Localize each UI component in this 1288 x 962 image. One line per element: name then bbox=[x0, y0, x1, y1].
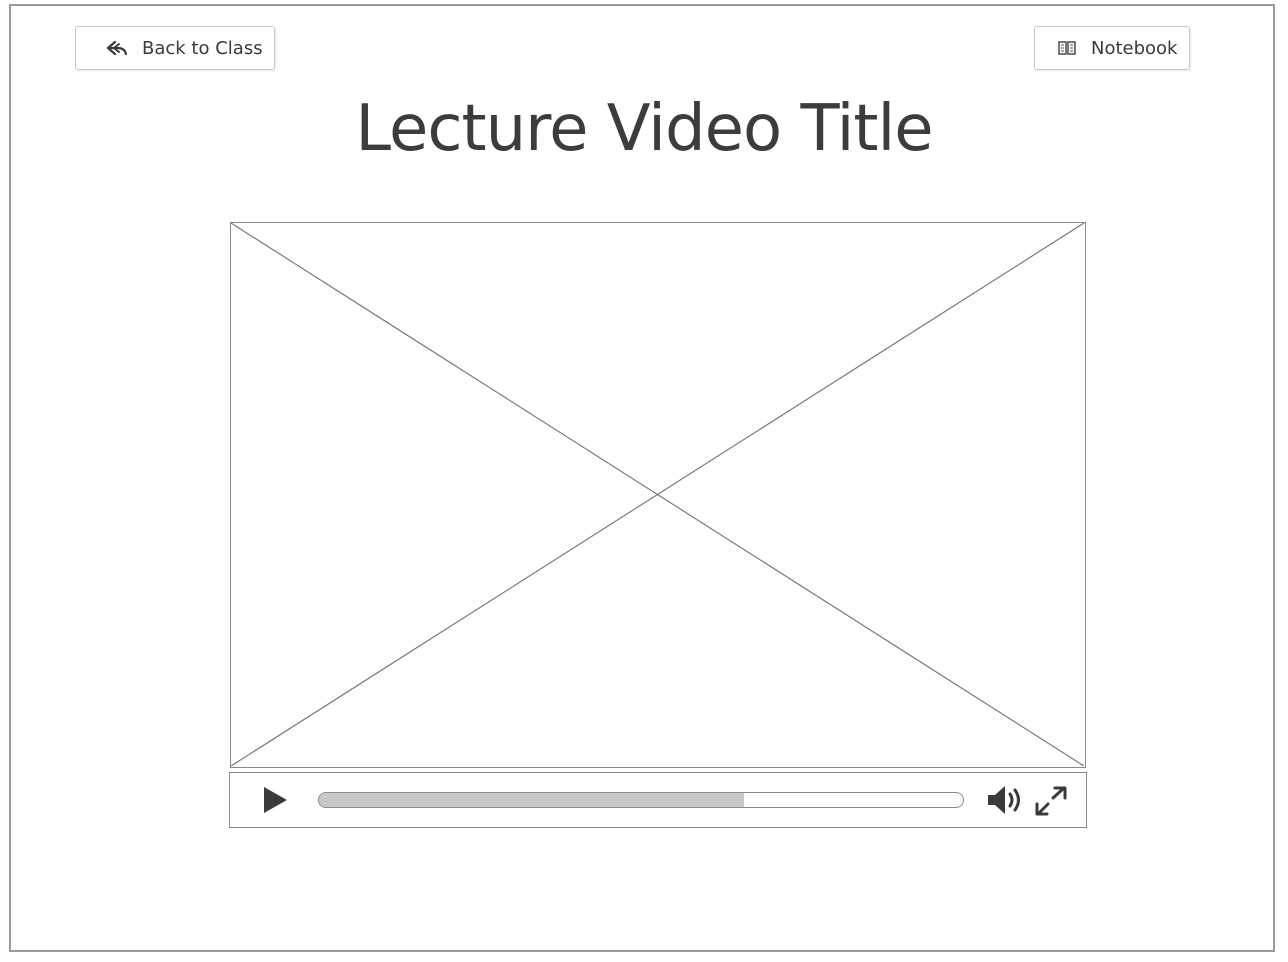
notebook-icon bbox=[1057, 39, 1077, 57]
page-title: Lecture Video Title bbox=[355, 92, 933, 166]
play-icon[interactable] bbox=[260, 785, 290, 819]
progress-bar[interactable] bbox=[318, 792, 964, 808]
notebook-button[interactable]: Notebook bbox=[1034, 26, 1190, 70]
back-to-class-label: Back to Class bbox=[142, 37, 263, 59]
notebook-label: Notebook bbox=[1091, 37, 1178, 59]
video-controls bbox=[229, 772, 1087, 828]
volume-icon[interactable] bbox=[986, 783, 1026, 821]
progress-fill bbox=[319, 793, 745, 807]
video-placeholder-cross bbox=[231, 223, 1084, 766]
video-placeholder[interactable] bbox=[230, 222, 1086, 768]
reply-arrow-icon bbox=[106, 39, 128, 57]
back-to-class-button[interactable]: Back to Class bbox=[75, 26, 275, 70]
fullscreen-icon[interactable] bbox=[1034, 785, 1068, 821]
